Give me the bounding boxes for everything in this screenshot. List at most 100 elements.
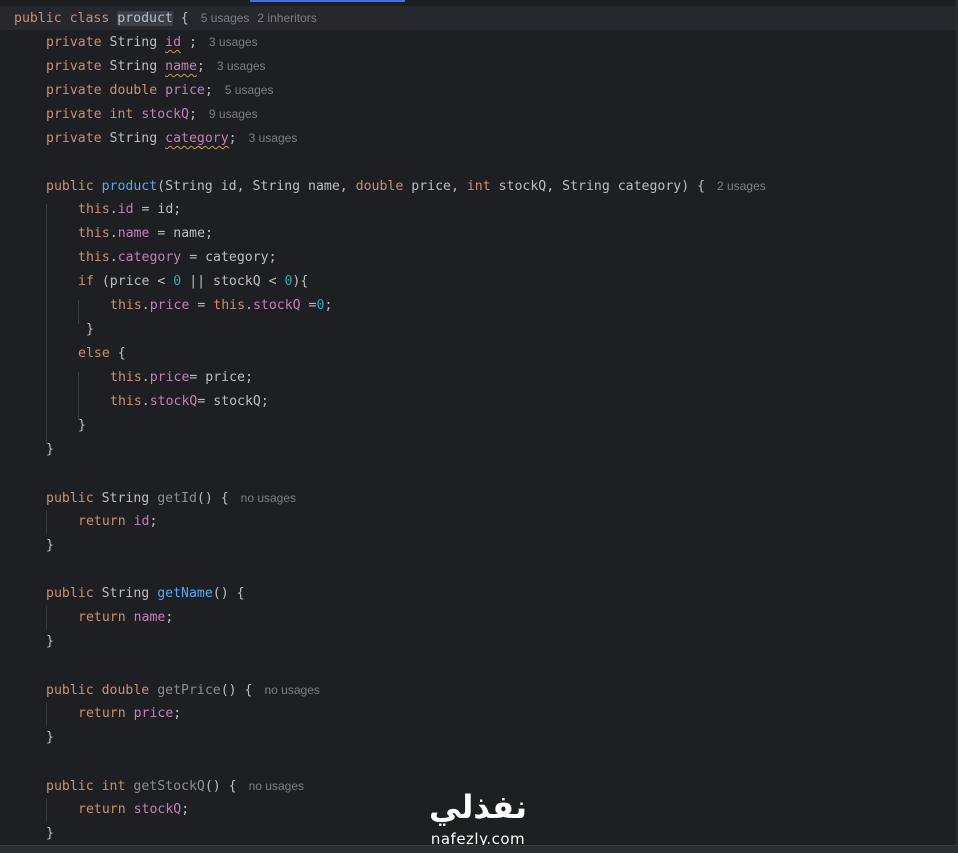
code-editor[interactable]: public class product {5 usages 2 inherito… xyxy=(0,6,958,846)
usages-hint[interactable]: 3 usages xyxy=(217,59,266,73)
code-text: = xyxy=(300,298,317,313)
code-text: = category; xyxy=(181,250,277,265)
punct: ; xyxy=(149,514,158,529)
usages-hint[interactable]: no usages xyxy=(241,491,296,505)
code-text: (price < xyxy=(93,274,174,289)
constructor-name[interactable]: product xyxy=(102,179,158,194)
code-line[interactable]: } xyxy=(86,318,94,342)
field-name[interactable]: category xyxy=(165,131,229,146)
code-line[interactable]: this.name = name; xyxy=(78,222,213,246)
code-line-field[interactable]: private int stockQ; 9 usages xyxy=(46,102,258,126)
code-line[interactable]: this.price= price; xyxy=(110,366,253,390)
code-line[interactable]: this.price = this.stockQ =0; xyxy=(110,294,332,318)
punct: ; xyxy=(228,131,237,146)
field-name[interactable]: price xyxy=(165,83,205,98)
usages-hint[interactable]: no usages xyxy=(249,779,304,793)
method-name[interactable]: getId xyxy=(157,491,197,506)
field-ref: id xyxy=(133,514,150,529)
keyword: public xyxy=(46,491,94,506)
code-line[interactable]: return id; xyxy=(78,510,157,534)
code-text: = id; xyxy=(133,202,182,217)
code-line[interactable]: } xyxy=(46,822,54,846)
params: (String id, String name, xyxy=(157,179,356,194)
field-ref: price xyxy=(149,370,190,385)
code-line-method[interactable]: public double getPrice() {no usages xyxy=(46,678,320,702)
keyword: return xyxy=(78,802,126,817)
type: String xyxy=(101,491,150,506)
keyword: public xyxy=(46,683,94,698)
code-line[interactable]: } xyxy=(46,630,54,654)
field-ref: stockQ xyxy=(252,298,301,313)
class-name[interactable]: product xyxy=(117,11,173,26)
code-line[interactable]: this.category = category; xyxy=(78,246,277,270)
punct: ; xyxy=(181,802,190,817)
field-ref: price xyxy=(133,706,174,721)
type: String xyxy=(109,131,158,146)
code-line-constructor[interactable]: public product(String id, String name, d… xyxy=(46,174,766,198)
code-line-method[interactable]: public String getId() {no usages xyxy=(46,486,296,510)
punct: ; xyxy=(204,83,213,98)
code-line[interactable]: this.stockQ= stockQ; xyxy=(110,390,269,414)
keyword: private xyxy=(46,107,102,122)
code-line[interactable]: if (price < 0 || stockQ < 0){ xyxy=(78,270,308,294)
code-text: = name; xyxy=(149,226,214,241)
code-line-field[interactable]: private String id ; 3 usages xyxy=(46,30,258,54)
code-text: || stockQ < xyxy=(181,274,285,289)
inheritors-hint[interactable]: 2 inheritors xyxy=(257,11,316,25)
usages-hint[interactable]: 5 usages xyxy=(225,83,274,97)
brace: } xyxy=(46,826,54,841)
field-name[interactable]: name xyxy=(165,59,197,74)
code-line[interactable]: } xyxy=(46,438,54,462)
code-line[interactable]: } xyxy=(46,726,54,750)
type: String xyxy=(109,59,158,74)
method-name[interactable]: getName xyxy=(157,586,213,601)
code-text: () { xyxy=(220,683,253,698)
usages-hint[interactable]: 9 usages xyxy=(209,107,258,121)
code-line[interactable]: this.id = id; xyxy=(78,198,181,222)
code-line[interactable]: return name; xyxy=(78,606,173,630)
horizontal-scrollbar[interactable] xyxy=(0,845,958,853)
code-line-field[interactable]: private String name; 3 usages xyxy=(46,54,266,78)
keyword: public xyxy=(14,11,62,26)
type: String xyxy=(109,35,158,50)
usages-hint[interactable]: 3 usages xyxy=(209,35,258,49)
field-name[interactable]: stockQ xyxy=(141,107,189,122)
indent-guide xyxy=(46,798,47,822)
code-line-field[interactable]: private String category; 3 usages xyxy=(46,126,297,150)
code-line-method[interactable]: public int getStockQ() {no usages xyxy=(46,774,304,798)
code-line[interactable]: } xyxy=(78,414,86,438)
code-line[interactable]: else { xyxy=(78,342,126,366)
keyword: double xyxy=(355,179,404,194)
brace: } xyxy=(46,538,54,553)
usages-hint[interactable]: 5 usages xyxy=(201,11,250,25)
method-name[interactable]: getPrice xyxy=(157,683,221,698)
punct: ; xyxy=(196,59,205,74)
code-line-class-decl[interactable]: public class product {5 usages 2 inherito… xyxy=(14,6,317,30)
code-line-method[interactable]: public String getName() { xyxy=(46,582,245,606)
keyword: return xyxy=(78,610,126,625)
field-name[interactable]: id xyxy=(165,35,181,50)
indent-guide xyxy=(78,372,79,420)
usages-hint[interactable]: 3 usages xyxy=(249,131,298,145)
method-name[interactable]: getStockQ xyxy=(133,779,204,794)
keyword: this xyxy=(78,250,110,265)
brace: } xyxy=(46,442,54,457)
code-line-field[interactable]: private double price; 5 usages xyxy=(46,78,273,102)
indent-guide xyxy=(78,300,79,324)
usages-hint[interactable]: no usages xyxy=(264,683,319,697)
code-text: () { xyxy=(204,779,237,794)
usages-hint[interactable]: 2 usages xyxy=(717,179,766,193)
field-ref: name xyxy=(133,610,166,625)
code-line[interactable]: } xyxy=(46,534,54,558)
keyword: private xyxy=(46,35,102,50)
keyword: int xyxy=(466,179,491,194)
code-text: = price; xyxy=(189,370,253,385)
field-ref: id xyxy=(117,202,134,217)
code-line[interactable]: return stockQ; xyxy=(78,798,189,822)
keyword: this xyxy=(78,202,110,217)
indent-guide xyxy=(46,510,47,534)
keyword: else xyxy=(78,346,110,361)
keyword: if xyxy=(78,274,94,289)
keyword: int xyxy=(101,779,126,794)
code-line[interactable]: return price; xyxy=(78,702,181,726)
